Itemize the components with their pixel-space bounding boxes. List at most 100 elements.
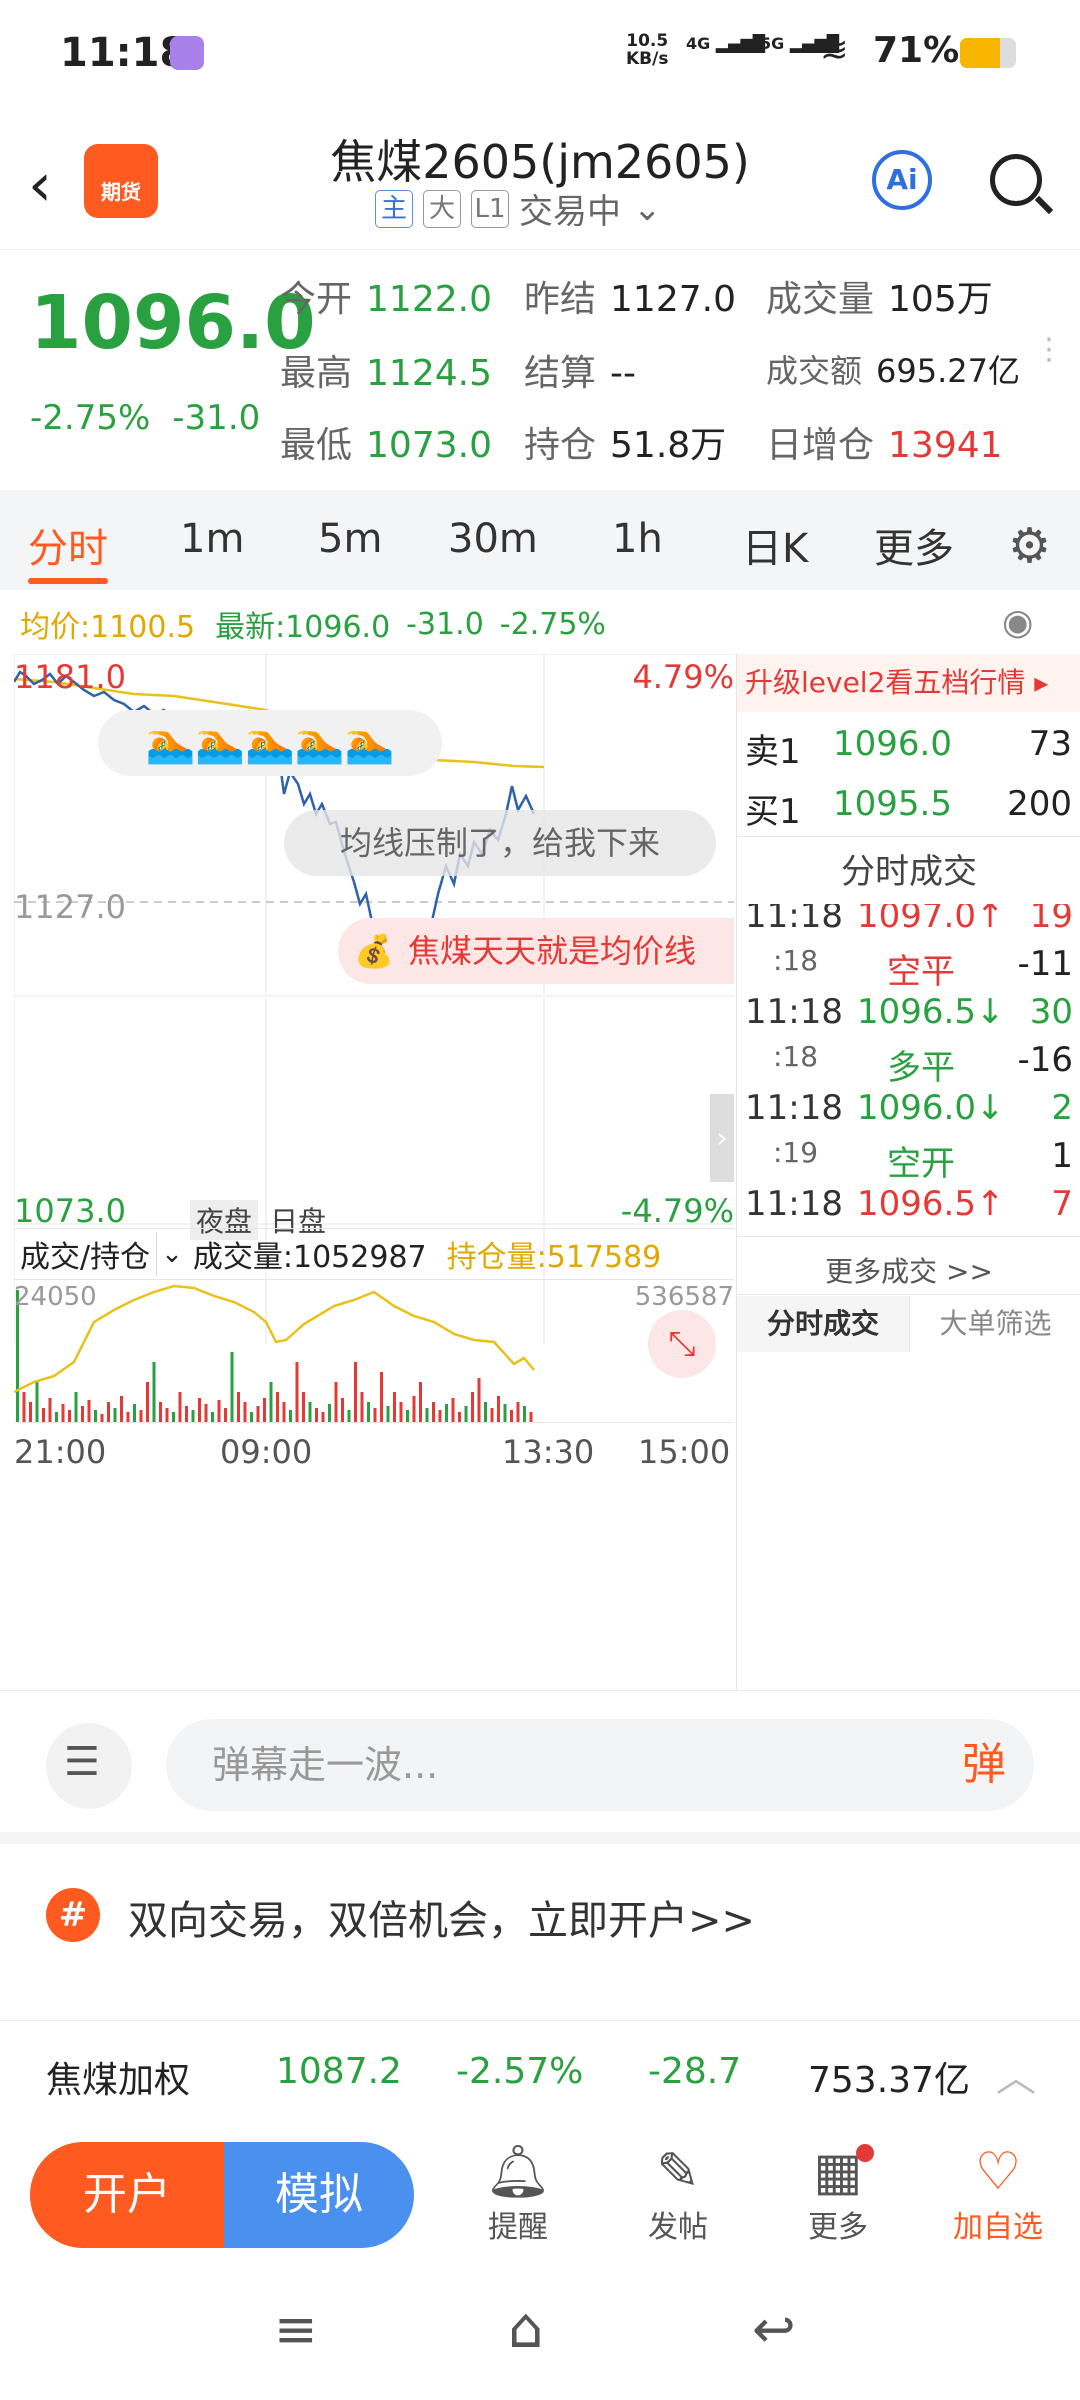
volume-bar: [165, 1408, 169, 1422]
weighted-index-bar[interactable]: 焦煤加权 1087.2 -2.57% -28.7 753.37亿 ︿: [0, 2020, 1080, 2120]
eye-icon[interactable]: ◉: [1002, 602, 1033, 643]
volume-bar: [22, 1392, 26, 1422]
tick-time: 11:18: [745, 904, 843, 936]
ai-assistant-button[interactable]: Ai: [872, 150, 932, 210]
tab-more[interactable]: 更多: [874, 516, 954, 574]
last-price: 1096.0: [30, 280, 316, 366]
volume-bar: [217, 1400, 221, 1422]
volume-bar: [198, 1398, 201, 1422]
danmu-icon: ☰: [64, 1739, 100, 1785]
tab-1m[interactable]: 1m: [180, 516, 244, 562]
tick-row: 11:18 1097.0↑ 19: [737, 904, 1080, 944]
tick-seconds: :18: [773, 1040, 819, 1073]
volume-bar: [87, 1400, 91, 1422]
gear-icon[interactable]: ⚙: [1008, 518, 1051, 574]
tick-type: 空平: [887, 952, 955, 992]
bid-volume: 200: [1007, 784, 1072, 824]
more-dots-icon[interactable]: ⋮: [1034, 335, 1064, 365]
tick-type: 多平: [887, 1048, 955, 1088]
tick-list[interactable]: 11:18 1097.0↑ 19:18 空平 -11 11:18 1096.5↓ 30:18 多…: [737, 904, 1080, 1224]
open-field: 今开 1122.0: [280, 279, 492, 320]
volume-bar: [295, 1362, 299, 1422]
tab-big-orders[interactable]: 大单筛选: [909, 1296, 1080, 1352]
expand-icon[interactable]: ⤡: [648, 1310, 716, 1378]
chart-info-line: 均价:1100.5 最新:1096.0 -31.0 -2.75% ◉: [0, 594, 1080, 654]
volume-bar: [172, 1412, 175, 1422]
volume-selector[interactable]: 成交/持仓: [14, 1232, 158, 1276]
nav-remind[interactable]: 🔔︎ 提醒: [468, 2142, 568, 2246]
danmu-send-button[interactable]: 弹: [934, 1719, 1034, 1811]
tab-daily[interactable]: 日K: [742, 516, 808, 574]
simulate-button[interactable]: 模拟: [224, 2142, 414, 2248]
tab-5m[interactable]: 5m: [318, 516, 382, 562]
open-interest-field: 持仓 51.8万: [524, 425, 727, 466]
volume-bar: [471, 1392, 474, 1422]
chevron-up-icon[interactable]: ︿: [996, 2045, 1036, 2103]
tab-intraday[interactable]: 分时: [28, 516, 108, 574]
volume-bar: [42, 1408, 45, 1422]
volume-bar: [68, 1410, 71, 1422]
back-nav-icon[interactable]: ↩: [752, 2300, 796, 2360]
tab-1h[interactable]: 1h: [612, 516, 663, 562]
clock: 11:18: [60, 30, 188, 76]
tag-main: 主: [375, 189, 413, 228]
volume-bar: [29, 1402, 32, 1422]
latest-change: -31.0: [406, 606, 484, 642]
tick-price: 1096.0↓: [857, 1088, 1005, 1128]
tick-row: 11:18 1096.5↑ 7: [737, 1184, 1080, 1224]
volume-bar: [224, 1408, 227, 1422]
menu-icon[interactable]: ≡: [274, 2300, 318, 2360]
more-ticks-link[interactable]: 更多成交 >>: [737, 1250, 1080, 1290]
open-account-button[interactable]: 开户: [30, 2142, 224, 2248]
danmu-input[interactable]: 弹幕走一波... 弹: [166, 1719, 1034, 1811]
volume-bar: [523, 1406, 526, 1422]
volume-bar: [204, 1404, 208, 1422]
volume-bar: [399, 1402, 403, 1422]
volume-bar: [334, 1382, 338, 1422]
home-icon[interactable]: ⌂: [508, 2296, 544, 2361]
nav-add-favorite[interactable]: ♡ 加自选: [948, 2142, 1048, 2246]
volume-bar: [315, 1408, 318, 1422]
level2-promo[interactable]: 升级level2看五档行情 ▸: [737, 654, 1080, 712]
volume-bar: [230, 1352, 234, 1422]
tick-price: 1096.5↓: [857, 992, 1005, 1032]
volume-bar: [386, 1406, 390, 1422]
volume-header: 成交/持仓 ⌄ 成交量:1052987 持仓量:517589: [14, 1228, 734, 1280]
collapse-handle[interactable]: ›: [710, 1094, 734, 1182]
volume-label: 成交量:1052987: [192, 1240, 427, 1275]
danmu-toggle-button[interactable]: ☰: [46, 1723, 132, 1809]
quote-panel: 1096.0 -2.75% -31.0 今开 1122.0 昨结 1127.0 成交…: [0, 250, 1080, 490]
tick-type: 空开: [887, 1144, 955, 1184]
signal-4g-icon: 4G ▂▄▆█: [686, 34, 766, 53]
reaction-bubble[interactable]: 🏊🏊🏊🏊🏊: [98, 710, 442, 776]
tab-ticks[interactable]: 分时成交: [737, 1296, 909, 1352]
search-icon[interactable]: [990, 154, 1042, 206]
settle-field: 结算 --: [524, 353, 636, 394]
notification-dot: [856, 2144, 874, 2162]
tick-time: 11:18: [745, 992, 843, 1032]
ask-price: 1096.0: [833, 724, 952, 764]
volume-bar: [113, 1408, 117, 1422]
nav-post[interactable]: ✎ 发帖: [628, 2142, 728, 2246]
volume-bar: [445, 1404, 448, 1422]
tick-time: 11:18: [745, 1184, 843, 1224]
tab-30m[interactable]: 30m: [448, 516, 538, 562]
volume-bar: [464, 1406, 468, 1422]
volume-bar: [35, 1382, 39, 1422]
volume-bar: [451, 1398, 455, 1422]
open-account-banner[interactable]: # 双向交易，双倍机会，立即开户>>: [0, 1832, 1080, 1972]
battery-icon: [960, 38, 1016, 68]
volume-bar: [282, 1402, 286, 1422]
pct-bottom-label: -4.79%: [620, 1192, 734, 1230]
volume-bar: [328, 1404, 331, 1422]
nav-more[interactable]: ▦ 更多: [788, 2142, 888, 2246]
header: ‹ 期货 焦煤2605(jm2605) 主 大 L1 交易中 ⌄ Ai: [0, 110, 1080, 250]
tag-l1: L1: [471, 189, 509, 228]
intraday-chart[interactable]: 1181.0 1127.0 1073.0 4.79% -4.79% 夜盘 日盘 …: [14, 654, 734, 1471]
y-bottom-label: 1073.0: [14, 1192, 126, 1230]
volume-bar: [126, 1412, 130, 1422]
contract-tags[interactable]: 主 大 L1 交易中 ⌄: [375, 184, 662, 233]
tick-seconds: :18: [773, 944, 819, 977]
x-tick: 09:00: [220, 1433, 313, 1471]
volume-bar: [100, 1414, 104, 1422]
